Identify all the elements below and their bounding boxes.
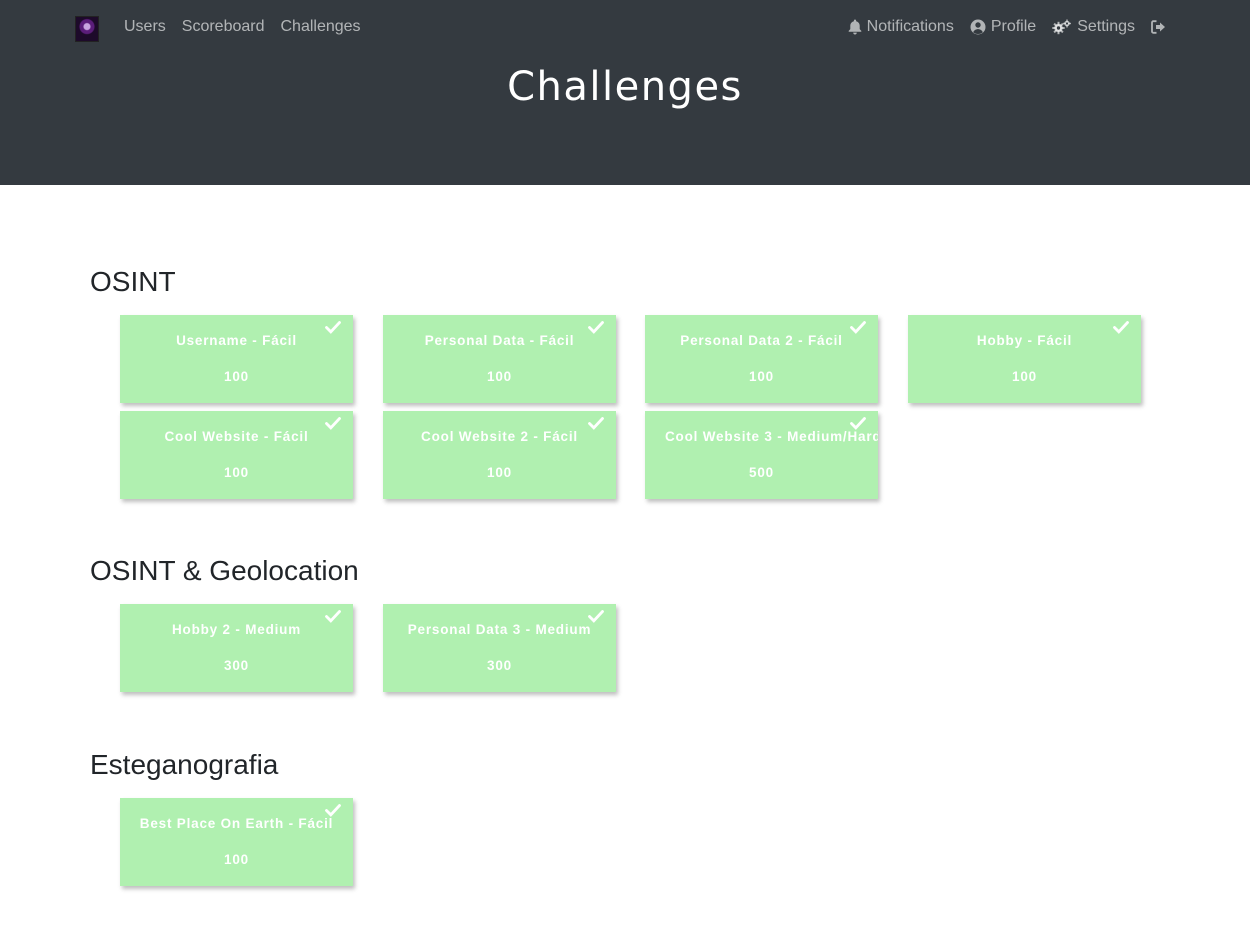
challenge-name: Personal Data 2 - Fácil: [680, 333, 843, 348]
check-icon: [850, 321, 866, 334]
bell-icon: [848, 19, 861, 35]
nav-profile-link[interactable]: Profile: [962, 18, 1044, 36]
check-icon: [325, 610, 341, 623]
page-title: Challenges: [507, 64, 743, 110]
nav-users-link[interactable]: Users: [116, 18, 174, 36]
challenge-name: Personal Data 3 - Medium: [407, 622, 592, 637]
sign-out-icon: [1151, 20, 1165, 34]
category-heading-osint-geolocation: OSINT & Geolocation: [90, 555, 359, 586]
challenge-value: 100: [487, 369, 512, 384]
category-heading-esteganografia: Esteganografia: [90, 749, 279, 780]
challenge-value: 100: [749, 369, 774, 384]
check-icon: [588, 417, 604, 430]
challenge-name: Cool Website 3 - Medium/Hard: [665, 429, 878, 444]
category-heading-osint: OSINT: [90, 266, 176, 297]
check-icon: [325, 417, 341, 430]
profile-label: Profile: [990, 18, 1037, 35]
check-icon: [588, 610, 604, 623]
challenge-value: 100: [1012, 369, 1037, 384]
ctf-logo[interactable]: [75, 16, 99, 42]
challenge-name: Username - Fácil: [176, 333, 297, 348]
challenge-name: Best Place On Earth - Fácil: [139, 816, 334, 831]
challenge-card[interactable]: Personal Data 3 - Medium 300: [383, 604, 616, 692]
challenge-value: 100: [224, 369, 249, 384]
page-header: Users Scoreboard Challenges Notification…: [0, 0, 1250, 185]
nav-challenges-link[interactable]: Challenges: [273, 18, 369, 36]
challenge-name: Hobby - Fácil: [976, 333, 1073, 348]
challenge-card[interactable]: Username - Fácil 100: [120, 315, 353, 403]
check-icon: [588, 321, 604, 334]
nav-right: Notifications Profile Settings: [840, 0, 1180, 54]
challenge-card[interactable]: Hobby 2 - Medium 300: [120, 604, 353, 692]
challenge-card[interactable]: Personal Data 2 - Fácil 100: [645, 315, 878, 403]
challenge-card[interactable]: Personal Data - Fácil 100: [383, 315, 616, 403]
check-icon: [325, 804, 341, 817]
challenge-name: Cool Website - Fácil: [164, 429, 309, 444]
check-icon: [325, 321, 341, 334]
navbar: Users Scoreboard Challenges Notification…: [0, 0, 1250, 54]
challenge-value: 500: [749, 465, 774, 480]
challenge-card[interactable]: Hobby - Fácil 100: [908, 315, 1141, 403]
challenge-value: 100: [224, 465, 249, 480]
challenge-value: 100: [487, 465, 512, 480]
challenge-value: 300: [487, 658, 512, 673]
challenge-card[interactable]: Cool Website 2 - Fácil 100: [383, 411, 616, 499]
challenge-value: 100: [224, 852, 249, 867]
nav-notifications-link[interactable]: Notifications: [840, 18, 962, 36]
notifications-label: Notifications: [866, 18, 954, 35]
nav-left: Users Scoreboard Challenges: [116, 0, 369, 54]
challenge-card[interactable]: Cool Website - Fácil 100: [120, 411, 353, 499]
logout-link[interactable]: [1143, 20, 1180, 34]
user-circle-icon: [970, 19, 986, 35]
challenge-name: Cool Website 2 - Fácil: [421, 429, 578, 444]
challenge-card[interactable]: Best Place On Earth - Fácil 100: [120, 798, 353, 886]
challenge-name: Personal Data - Fácil: [424, 333, 575, 348]
nav-settings-link[interactable]: Settings: [1044, 18, 1143, 36]
check-icon: [1113, 321, 1129, 334]
challenge-value: 300: [224, 658, 249, 673]
challenge-name: Hobby 2 - Medium: [171, 622, 302, 637]
settings-label: Settings: [1077, 18, 1135, 35]
check-icon: [850, 417, 866, 430]
challenge-card[interactable]: Cool Website 3 - Medium/Hard 500: [645, 411, 878, 499]
nav-scoreboard-link[interactable]: Scoreboard: [174, 18, 273, 36]
cogs-icon: [1052, 19, 1072, 35]
